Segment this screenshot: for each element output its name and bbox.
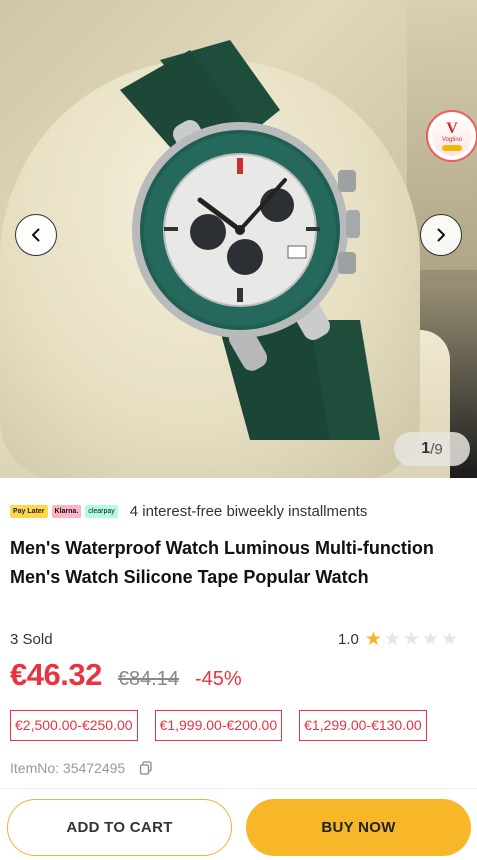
current-price: €46.32 — [10, 657, 102, 692]
image-counter-total: 9 — [434, 440, 443, 458]
buy-now-button[interactable]: BUY NOW — [246, 799, 471, 856]
next-image-button[interactable] — [420, 214, 462, 256]
original-price: €84.14 — [117, 668, 179, 690]
product-title: Men's Waterproof Watch Luminous Multi-fu… — [10, 538, 434, 587]
brand-logo-mark: V — [446, 120, 458, 137]
add-to-cart-button[interactable]: ADD TO CART — [7, 799, 232, 856]
coupon-list: €2,500.00-€250.00 €1,999.00-€200.00 €1,2… — [10, 710, 427, 741]
brand-logo-icon: V Vogtino — [432, 116, 472, 156]
star-empty-icon: ★ — [383, 629, 401, 650]
clearpay-tag: clearpay — [85, 505, 118, 518]
star-filled-icon: ★ — [364, 629, 382, 650]
prev-image-button[interactable] — [15, 214, 57, 256]
image-counter: 1 / 9 — [394, 432, 470, 466]
installments-row[interactable]: Pay Later Klarna. clearpay 4 interest-fr… — [10, 503, 367, 520]
installments-text: 4 interest-free biweekly installments — [129, 503, 368, 520]
brand-badge-label: Vogtino — [441, 137, 463, 143]
paylater-tag: Pay Later — [10, 505, 48, 518]
coin-icon — [442, 145, 462, 151]
star-empty-icon: ★ — [422, 629, 440, 650]
watch-image — [120, 40, 380, 440]
rating-value: 1.0 — [338, 631, 359, 648]
coupon[interactable]: €1,299.00-€130.00 — [299, 710, 427, 741]
item-number: ItemNo: 35472495 — [10, 760, 126, 776]
coupon[interactable]: €1,999.00-€200.00 — [154, 710, 283, 741]
discount-percent: -45% — [195, 668, 242, 690]
product-image-gallery[interactable]: V Vogtino 1 / 9 — [0, 0, 477, 478]
item-number-row: ItemNo: 35472495 — [10, 760, 153, 776]
chevron-left-icon — [32, 228, 40, 242]
price-row: €46.32 €84.14 -45% — [10, 657, 242, 693]
sold-count: 3 Sold — [10, 631, 53, 648]
rating[interactable]: 1.0 ★ ★ ★ ★ ★ — [338, 630, 458, 649]
star-empty-icon: ★ — [441, 629, 459, 650]
product-page: V Vogtino 1 / 9 Pay Later Klarna. clearp… — [0, 0, 477, 860]
coupon[interactable]: €2,500.00-€250.00 — [10, 710, 138, 741]
klarna-tag: Klarna. — [51, 505, 82, 518]
star-empty-icon: ★ — [402, 629, 420, 650]
brand-badge[interactable]: V Vogtino — [426, 110, 477, 162]
chevron-right-icon — [437, 228, 445, 242]
bottom-action-bar: ADD TO CART BUY NOW — [0, 788, 477, 860]
copy-icon[interactable] — [139, 761, 153, 775]
image-counter-current: 1 — [421, 440, 431, 457]
